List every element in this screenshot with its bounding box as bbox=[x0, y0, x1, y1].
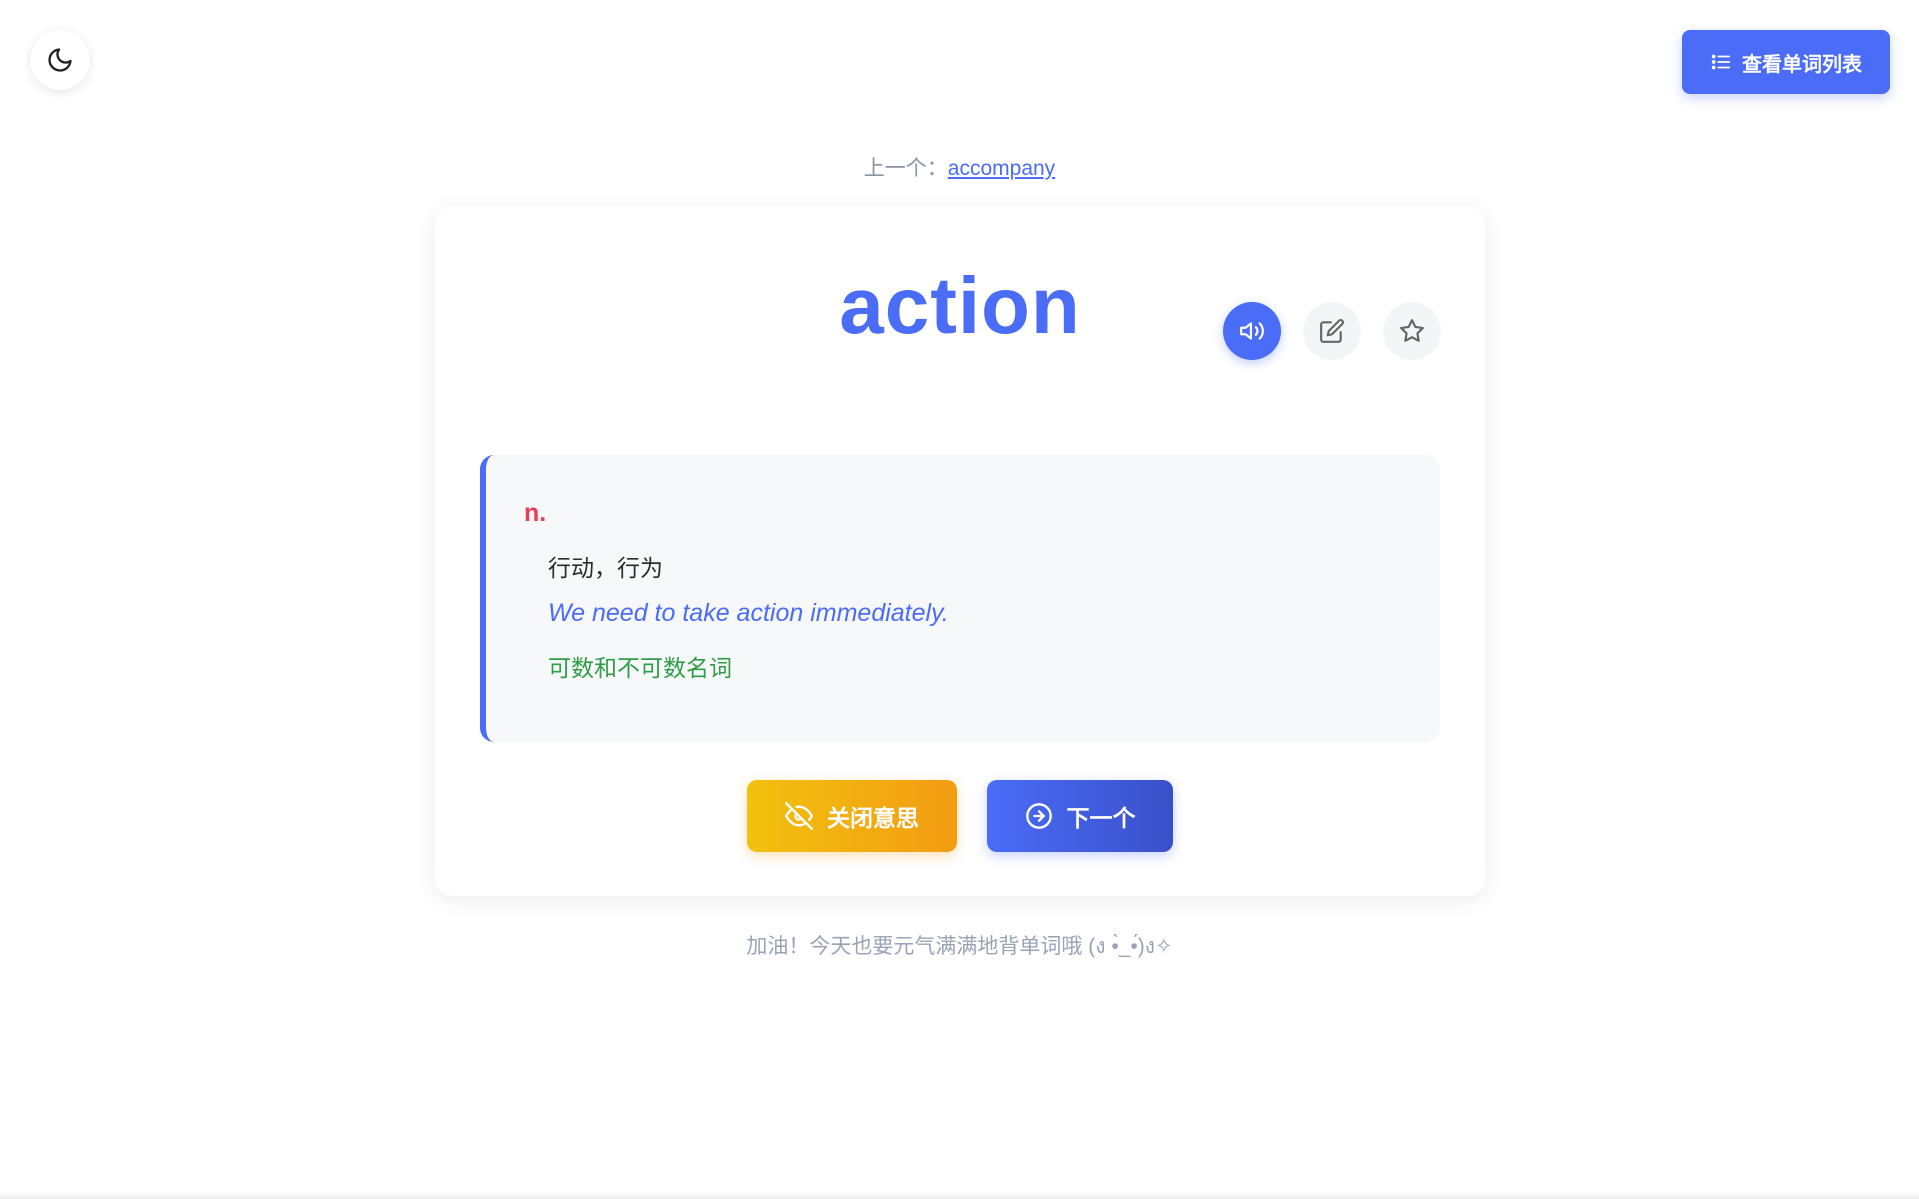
toggle-meaning-button[interactable]: 关闭意思 bbox=[747, 780, 957, 852]
favorite-button[interactable] bbox=[1383, 302, 1441, 360]
arrow-circle-right-icon bbox=[1025, 803, 1052, 829]
view-wordlist-label: 查看单词列表 bbox=[1742, 53, 1862, 76]
eye-off-icon bbox=[785, 802, 813, 830]
usage-note: 可数和不可数名词 bbox=[548, 655, 732, 681]
speaker-icon bbox=[1240, 322, 1264, 340]
moon-icon bbox=[48, 48, 72, 72]
definition-text: 行动，行为 bbox=[548, 555, 663, 581]
theme-toggle-button[interactable] bbox=[30, 30, 90, 90]
toggle-meaning-label: 关闭意思 bbox=[827, 805, 919, 831]
pronounce-button[interactable] bbox=[1223, 302, 1281, 360]
view-wordlist-button[interactable]: 查看单词列表 bbox=[1682, 30, 1890, 94]
word-actions bbox=[1223, 302, 1441, 360]
previous-word-link[interactable]: accompany bbox=[948, 157, 1055, 180]
next-word-label: 下一个 bbox=[1066, 805, 1136, 831]
previous-word-label: 上一个： bbox=[863, 157, 948, 180]
part-of-speech: n. bbox=[524, 499, 547, 527]
previous-word-line: 上一个：accompany bbox=[0, 152, 1919, 182]
encouragement-text: 加油！今天也要元气满满地背单词哦 (ง •̀_•́)ง✧ bbox=[746, 935, 1173, 958]
edit-icon bbox=[1320, 319, 1344, 343]
meaning-panel: n. 行动，行为 We need to take action immediat… bbox=[480, 455, 1440, 742]
star-icon bbox=[1400, 319, 1424, 342]
next-word-button[interactable]: 下一个 bbox=[987, 780, 1173, 852]
bottom-shadow-divider bbox=[0, 1191, 1919, 1199]
example-sentence: We need to take action immediately. bbox=[548, 599, 949, 627]
list-icon bbox=[1711, 54, 1731, 70]
word-card: action n. 行动，行为 We need to take action i… bbox=[435, 206, 1485, 896]
edit-button[interactable] bbox=[1303, 302, 1361, 360]
